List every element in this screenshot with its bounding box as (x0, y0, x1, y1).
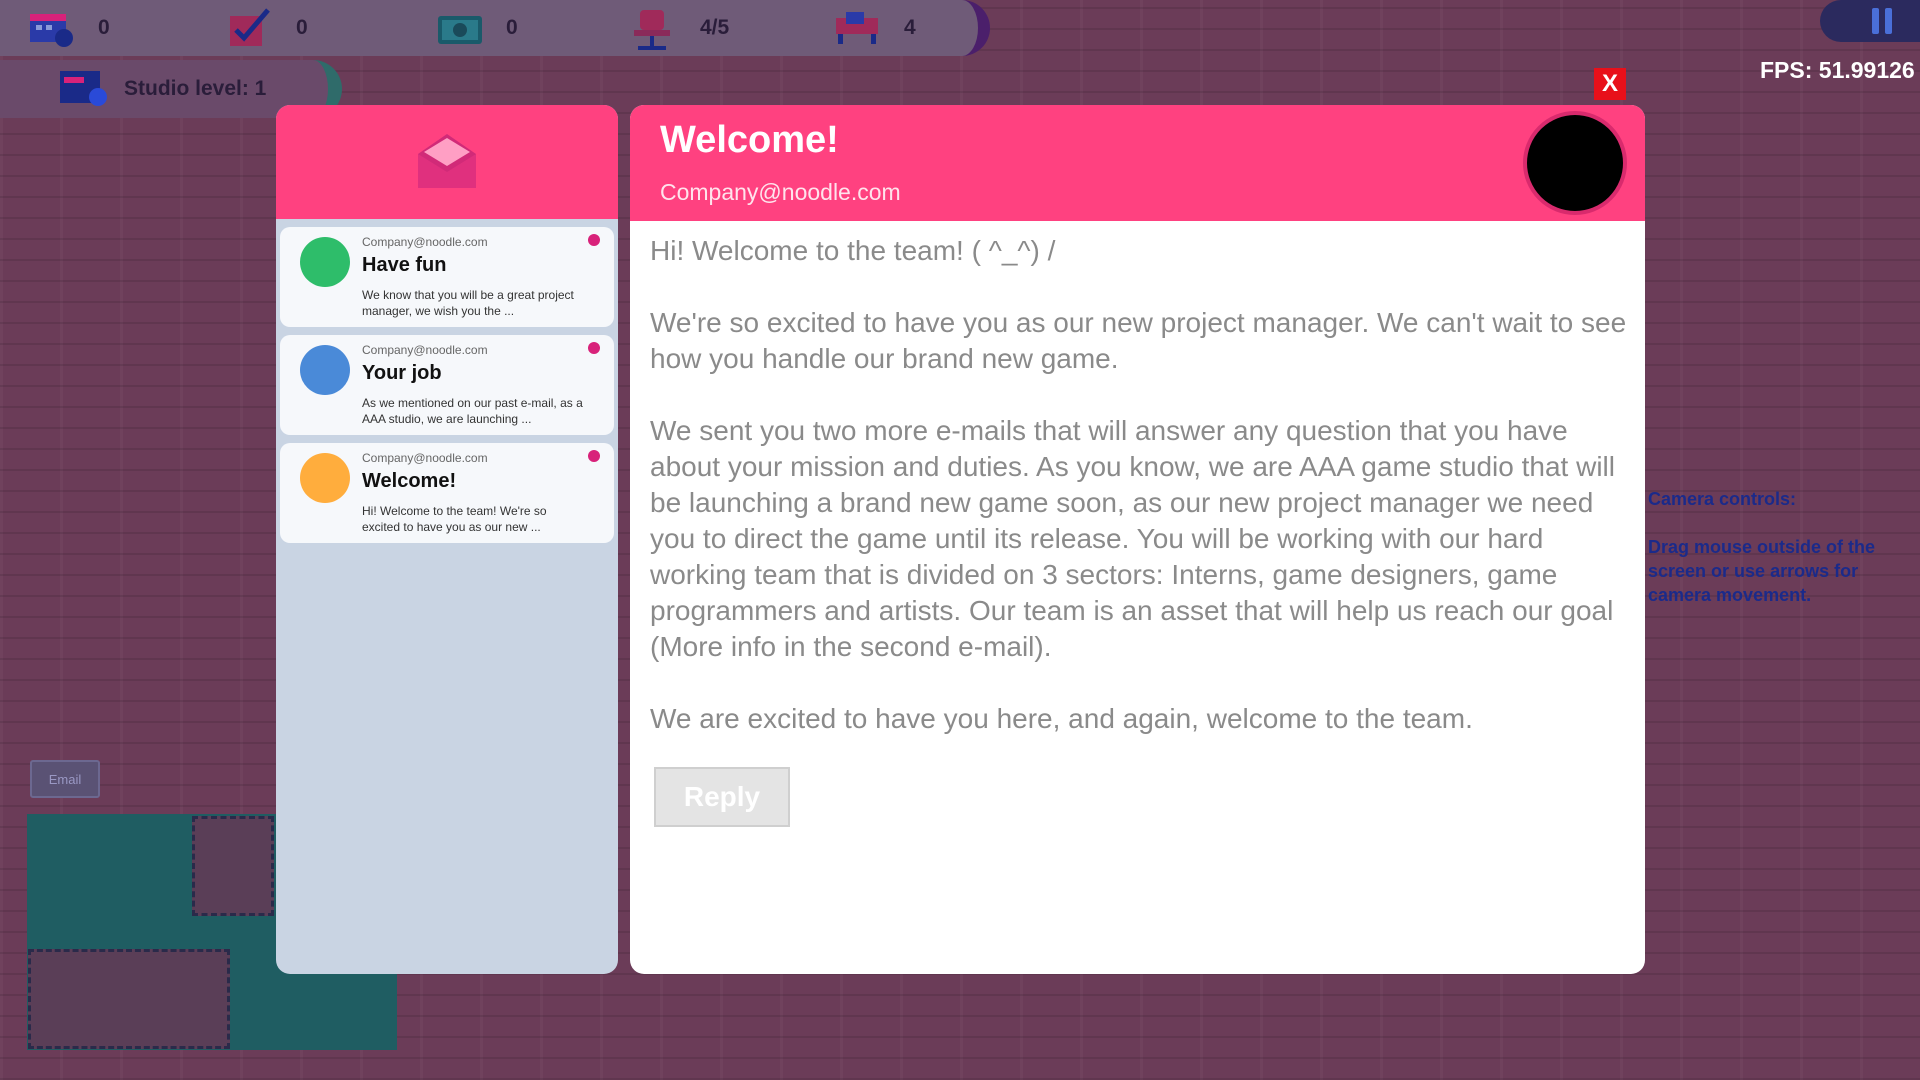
email-paragraph: We sent you two more e-mails that will a… (650, 415, 1615, 662)
money-icon (436, 8, 484, 48)
camera-controls-info: Camera controls: Drag mouse outside of t… (1648, 487, 1910, 631)
inbox-item-welcome[interactable]: Company@noodle.com Welcome! Hi! Welcome … (280, 443, 614, 543)
email-reader: Welcome! Company@noodle.com Hi! Welcome … (630, 105, 1645, 974)
inbox-item-have-fun[interactable]: Company@noodle.com Have fun We know that… (280, 227, 614, 327)
money-stat: 0 (436, 6, 518, 50)
pause-icon (1872, 8, 1894, 34)
email-paragraph: We're so excited to have you as our new … (650, 307, 1627, 374)
tasks-stat: 0 (226, 6, 308, 50)
email-button[interactable]: Email (30, 760, 100, 798)
email-body: Hi! Welcome to the team! ( ^_^) / We're … (650, 233, 1635, 773)
resource-bar: 0 0 0 4/5 4 (0, 0, 990, 56)
sender-avatar (300, 453, 350, 503)
open-envelope-icon (414, 130, 480, 195)
reply-button[interactable]: Reply (654, 767, 790, 827)
room-slot[interactable] (192, 816, 274, 916)
inbox-header (276, 105, 618, 219)
camera-controls-text: Drag mouse outside of the screen or use … (1648, 537, 1876, 605)
pause-button[interactable] (1820, 0, 1920, 42)
email-header: Welcome! Company@noodle.com (630, 105, 1645, 221)
studio-icon (58, 67, 110, 112)
email-paragraph: We are excited to have you here, and aga… (650, 703, 1473, 734)
inbox-panel: Company@noodle.com Have fun We know that… (276, 105, 618, 974)
clipboard-check-icon (226, 8, 274, 48)
email-sender: Company@noodle.com (660, 179, 901, 205)
desks-stat: 4 (834, 6, 916, 50)
staff-stat: 4/5 (630, 6, 729, 50)
close-button[interactable]: X (1594, 68, 1626, 100)
calendar-icon (28, 8, 76, 48)
sender-avatar (1523, 111, 1627, 215)
projects-stat: 0 (28, 6, 110, 50)
email-paragraph: Hi! Welcome to the team! ( ^_^) / (650, 235, 1056, 266)
fps-counter: FPS: 51.99126 (1760, 57, 1915, 83)
unread-dot (588, 342, 600, 354)
unread-dot (588, 450, 600, 462)
room-slot[interactable] (28, 949, 230, 1049)
unread-dot (588, 234, 600, 246)
inbox-item-your-job[interactable]: Company@noodle.com Your job As we mentio… (280, 335, 614, 435)
email-title: Welcome! (660, 119, 839, 161)
desk-icon (834, 8, 882, 48)
camera-controls-title: Camera controls: (1648, 489, 1797, 509)
sender-avatar (300, 345, 350, 395)
sender-avatar (300, 237, 350, 287)
office-chair-icon (630, 8, 678, 50)
